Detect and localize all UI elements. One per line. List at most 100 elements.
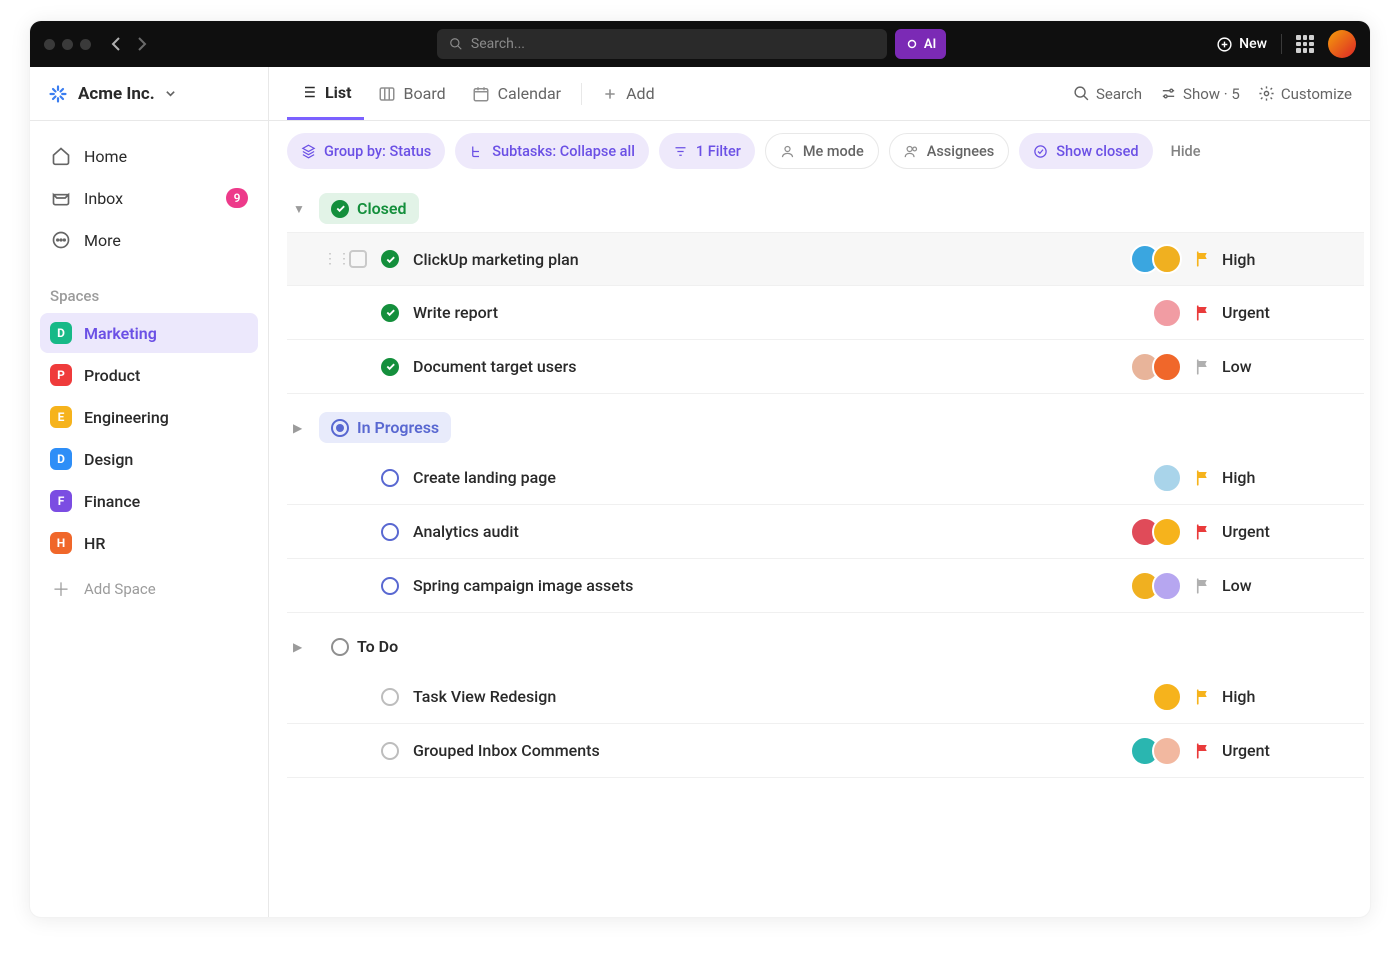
task-row[interactable]: ⋮⋮Document target usersLow bbox=[287, 340, 1364, 394]
assignee-avatar[interactable] bbox=[1152, 298, 1182, 328]
status-icon[interactable] bbox=[379, 302, 401, 324]
sidebar-space-design[interactable]: DDesign bbox=[40, 439, 258, 479]
flag-icon bbox=[1194, 742, 1212, 760]
priority[interactable]: High bbox=[1194, 687, 1354, 706]
new-button[interactable]: New bbox=[1216, 36, 1267, 53]
group-caret[interactable]: ▶ bbox=[293, 640, 309, 654]
back-button[interactable] bbox=[105, 33, 127, 55]
priority[interactable]: Urgent bbox=[1194, 303, 1354, 322]
priority[interactable]: High bbox=[1194, 468, 1354, 487]
tab-board-label: Board bbox=[404, 84, 446, 103]
board-icon bbox=[378, 85, 396, 103]
group-status-label: In Progress bbox=[357, 418, 439, 437]
gear-icon bbox=[1258, 85, 1275, 102]
priority[interactable]: High bbox=[1194, 250, 1354, 269]
space-icon: D bbox=[50, 322, 72, 344]
priority[interactable]: Urgent bbox=[1194, 522, 1354, 541]
space-label: Engineering bbox=[84, 408, 169, 427]
task-title: ClickUp marketing plan bbox=[413, 250, 1118, 269]
task-row[interactable]: ⋮⋮Task View RedesignHigh bbox=[287, 670, 1364, 724]
task-row[interactable]: ⋮⋮ ClickUp marketing plan High bbox=[287, 232, 1364, 286]
chip-me-mode[interactable]: Me mode bbox=[765, 133, 879, 169]
user-avatar[interactable] bbox=[1328, 30, 1356, 58]
group-status-pill[interactable]: Closed bbox=[319, 193, 419, 224]
sidebar-space-hr[interactable]: HHR bbox=[40, 523, 258, 563]
task-row[interactable]: ⋮⋮Spring campaign image assetsLow bbox=[287, 559, 1364, 613]
status-icon[interactable] bbox=[379, 575, 401, 597]
priority[interactable]: Low bbox=[1194, 357, 1354, 376]
ai-button[interactable]: AI bbox=[895, 29, 946, 59]
add-view-label: Add bbox=[626, 84, 654, 103]
group-status-pill[interactable]: To Do bbox=[319, 631, 410, 662]
priority-label: Urgent bbox=[1222, 741, 1270, 760]
subtasks-icon bbox=[469, 144, 484, 159]
assignee-avatar[interactable] bbox=[1152, 463, 1182, 493]
assignees bbox=[1152, 682, 1182, 712]
nav-home[interactable]: Home bbox=[40, 135, 258, 177]
priority[interactable]: Urgent bbox=[1194, 741, 1354, 760]
search-icon bbox=[1073, 85, 1090, 102]
assignees bbox=[1152, 463, 1182, 493]
tab-calendar[interactable]: Calendar bbox=[460, 67, 573, 120]
inbox-badge: 9 bbox=[226, 188, 248, 208]
workspace-switcher[interactable]: Acme Inc. bbox=[30, 67, 268, 121]
space-icon: P bbox=[50, 364, 72, 386]
window-controls[interactable] bbox=[44, 39, 91, 50]
chip-assignees[interactable]: Assignees bbox=[889, 133, 1010, 169]
priority-label: Low bbox=[1222, 576, 1252, 595]
assignees bbox=[1152, 298, 1182, 328]
chip-show-closed[interactable]: Show closed bbox=[1019, 133, 1152, 169]
assignee-avatar[interactable] bbox=[1152, 517, 1182, 547]
check-circle-icon bbox=[1033, 144, 1048, 159]
space-label: Design bbox=[84, 450, 133, 469]
assignee-avatar[interactable] bbox=[1152, 736, 1182, 766]
status-icon[interactable] bbox=[379, 740, 401, 762]
priority[interactable]: Low bbox=[1194, 576, 1354, 595]
task-title: Spring campaign image assets bbox=[413, 576, 1118, 595]
check-circle-icon bbox=[331, 200, 349, 218]
task-row[interactable]: ⋮⋮Write reportUrgent bbox=[287, 286, 1364, 340]
assignee-avatar[interactable] bbox=[1152, 244, 1182, 274]
space-label: Marketing bbox=[84, 324, 157, 343]
chip-subtasks[interactable]: Subtasks: Collapse all bbox=[455, 133, 649, 169]
customize-button[interactable]: Customize bbox=[1258, 85, 1352, 103]
status-icon[interactable] bbox=[379, 356, 401, 378]
sidebar-space-product[interactable]: PProduct bbox=[40, 355, 258, 395]
group-caret[interactable]: ▼ bbox=[293, 202, 309, 216]
chip-group-by[interactable]: Group by: Status bbox=[287, 133, 445, 169]
checkbox[interactable] bbox=[349, 250, 367, 268]
group-status-pill[interactable]: In Progress bbox=[319, 412, 451, 443]
hide-button[interactable]: Hide bbox=[1163, 133, 1209, 169]
search-button[interactable]: Search bbox=[1073, 85, 1142, 103]
group-todo: ▶ To Do ⋮⋮Task View RedesignHigh⋮⋮Grouped … bbox=[287, 623, 1364, 778]
sidebar-space-finance[interactable]: FFinance bbox=[40, 481, 258, 521]
clickup-logo-icon bbox=[48, 84, 68, 104]
nav-inbox[interactable]: Inbox 9 bbox=[40, 177, 258, 219]
task-row[interactable]: ⋮⋮Grouped Inbox CommentsUrgent bbox=[287, 724, 1364, 778]
assignee-avatar[interactable] bbox=[1152, 352, 1182, 382]
tab-list[interactable]: List bbox=[287, 67, 364, 120]
status-icon[interactable] bbox=[379, 686, 401, 708]
add-space-button[interactable]: ＋ Add Space bbox=[40, 569, 258, 609]
group-caret[interactable]: ▶ bbox=[293, 421, 309, 435]
assignee-avatar[interactable] bbox=[1152, 571, 1182, 601]
sidebar-space-engineering[interactable]: EEngineering bbox=[40, 397, 258, 437]
status-icon[interactable] bbox=[379, 467, 401, 489]
status-icon[interactable] bbox=[379, 248, 401, 270]
apps-icon[interactable] bbox=[1296, 35, 1314, 53]
chip-filter-label: 1 Filter bbox=[696, 143, 741, 160]
forward-button[interactable] bbox=[131, 33, 153, 55]
assignee-avatar[interactable] bbox=[1152, 682, 1182, 712]
drag-handle[interactable]: ⋮⋮ bbox=[323, 251, 337, 267]
task-row[interactable]: ⋮⋮Create landing pageHigh bbox=[287, 451, 1364, 505]
search-input[interactable]: Search... bbox=[437, 29, 887, 59]
sidebar-space-marketing[interactable]: D Marketing bbox=[40, 313, 258, 353]
chip-filter[interactable]: 1 Filter bbox=[659, 133, 755, 169]
workspace-name: Acme Inc. bbox=[78, 84, 155, 104]
status-icon[interactable] bbox=[379, 521, 401, 543]
nav-more[interactable]: More bbox=[40, 219, 258, 261]
show-button[interactable]: Show · 5 bbox=[1160, 85, 1240, 103]
tab-board[interactable]: Board bbox=[366, 67, 458, 120]
task-row[interactable]: ⋮⋮Analytics auditUrgent bbox=[287, 505, 1364, 559]
add-view-button[interactable]: Add bbox=[590, 67, 666, 120]
